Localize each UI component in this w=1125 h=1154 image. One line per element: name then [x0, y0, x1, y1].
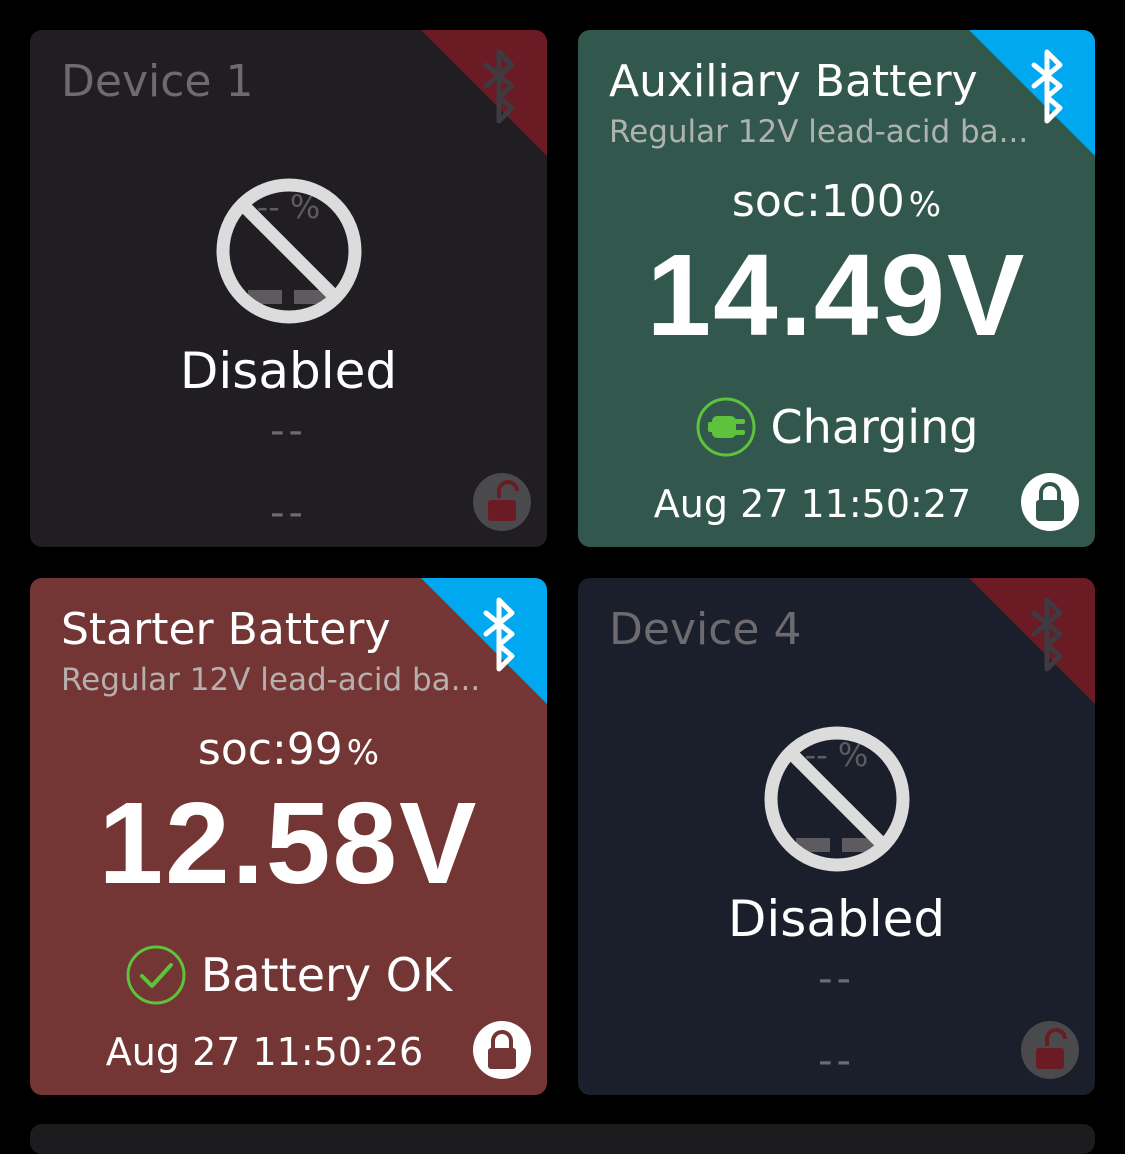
locked-icon[interactable]	[1021, 473, 1079, 531]
timestamp-placeholder: --	[270, 490, 307, 536]
unlocked-icon[interactable]	[473, 473, 531, 531]
bluetooth-disconnected-icon	[969, 578, 1095, 704]
state-of-charge: soc:100%	[578, 176, 1095, 227]
soc-unit: %	[908, 185, 942, 225]
state-label: Disabled	[179, 342, 398, 400]
status-placeholder: --	[270, 408, 307, 454]
device-type: Regular 12V lead-acid ba...	[61, 662, 481, 698]
device-card-1[interactable]: Device 1 -- % Disabled -- --	[30, 30, 547, 547]
timestamp-placeholder: --	[818, 1038, 855, 1084]
state-of-charge: soc:99%	[30, 724, 547, 775]
soc-unit: %	[346, 733, 380, 773]
check-circle-icon	[126, 945, 186, 1005]
soc-value: soc:99	[197, 724, 343, 775]
device-name: Auxiliary Battery	[609, 56, 978, 107]
voltage-reading: 14.49V	[646, 230, 1027, 360]
status-label: Battery OK	[200, 948, 453, 1002]
device-name: Starter Battery	[61, 604, 391, 655]
device-type: Regular 12V lead-acid ba...	[609, 114, 1029, 150]
status-placeholder: --	[818, 956, 855, 1002]
unlocked-icon[interactable]	[1021, 1021, 1079, 1079]
battery-status: Battery OK	[30, 944, 547, 1006]
status-label: Charging	[770, 400, 979, 454]
disabled-icon	[764, 726, 910, 872]
battery-status: Charging	[578, 396, 1095, 458]
last-update-timestamp: Aug 27 11:50:27	[653, 482, 972, 526]
device-card-starter-battery[interactable]: Starter Battery Regular 12V lead-acid ba…	[30, 578, 547, 1095]
last-update-timestamp: Aug 27 11:50:26	[105, 1030, 424, 1074]
state-label: Disabled	[727, 890, 946, 948]
next-card-partial[interactable]	[30, 1124, 1095, 1154]
voltage-reading: 12.58V	[98, 778, 479, 908]
device-grid: Device 1 -- % Disabled -- -- Auxiliary B…	[0, 0, 1125, 1154]
device-card-auxiliary-battery[interactable]: Auxiliary Battery Regular 12V lead-acid …	[578, 30, 1095, 547]
charging-plug-icon	[696, 397, 756, 457]
soc-value: soc:100	[731, 176, 905, 227]
bluetooth-disconnected-icon	[421, 30, 547, 156]
locked-icon[interactable]	[473, 1021, 531, 1079]
device-name: Device 1	[61, 56, 254, 107]
device-card-4[interactable]: Device 4 -- % Disabled -- --	[578, 578, 1095, 1095]
device-name: Device 4	[609, 604, 802, 655]
disabled-icon	[216, 178, 362, 324]
